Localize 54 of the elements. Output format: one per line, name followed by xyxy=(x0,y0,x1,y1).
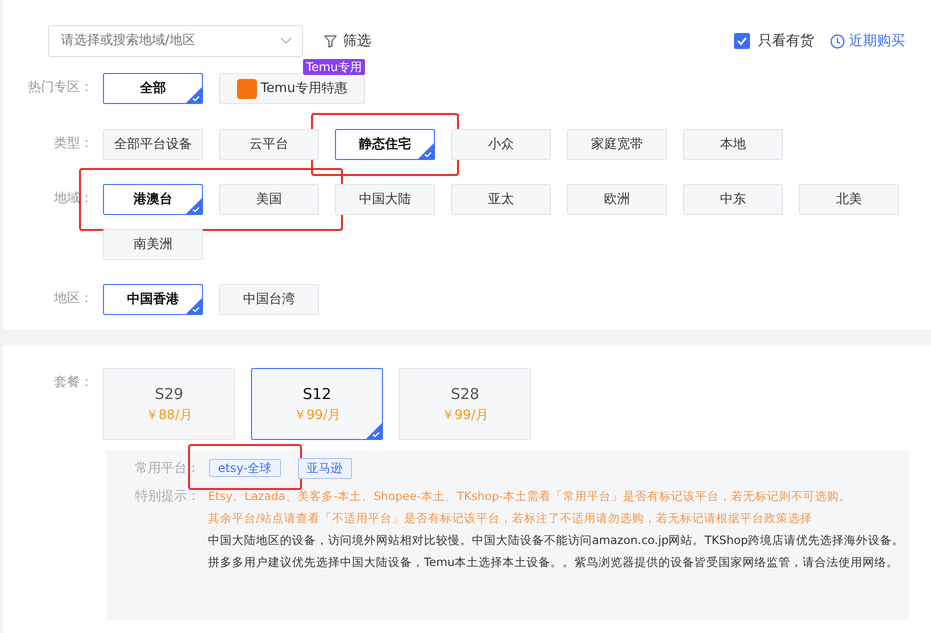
filter-button[interactable]: 筛选 xyxy=(323,30,372,52)
field-label: 常用平台： xyxy=(134,460,201,478)
checkbox[interactable] xyxy=(734,33,750,49)
package-name: S28 xyxy=(450,384,480,405)
option-button[interactable]: 中国香港 xyxy=(103,284,203,315)
temu-logo-icon xyxy=(236,78,257,98)
option-button[interactable]: 中国台湾 xyxy=(219,284,319,315)
option-button[interactable]: 中国大陆 xyxy=(335,184,435,215)
option-button[interactable]: 南美洲 xyxy=(103,229,203,260)
field-label: 特别提示： xyxy=(134,488,201,506)
option-button[interactable]: 美国 xyxy=(219,184,319,215)
check-corner-icon xyxy=(366,423,382,439)
promo-badge: Temu专用 xyxy=(303,59,365,75)
option-button[interactable]: 港澳台 xyxy=(103,184,203,215)
field-label: 套餐： xyxy=(53,374,93,392)
warning-text: 其余平台/站点请查看「不适用平台」是否有标记该平台，若标注了不适用请勿选购，若无标记请根据平台政策选择 xyxy=(208,510,813,527)
check-corner-icon xyxy=(186,198,202,214)
package-name: S12 xyxy=(302,384,332,405)
package-card[interactable]: S28 ￥99/月 xyxy=(399,368,531,440)
option-button[interactable]: 中东 xyxy=(683,184,783,215)
warning-text: Etsy、Lazada、美客多-本土、Shopee-本土、TKshop-本土需看「常用平台」是否有标记该平台，若无标记则不可选购。 xyxy=(208,488,852,505)
package-price: ￥99/月 xyxy=(294,406,340,424)
option-button[interactable]: 欧洲 xyxy=(567,184,667,215)
check-corner-icon xyxy=(186,298,202,314)
option-button[interactable]: 北美 xyxy=(799,184,899,215)
option-button[interactable]: 本地 xyxy=(683,129,783,160)
package-price: ￥99/月 xyxy=(442,406,488,424)
field-label: 地域： xyxy=(53,190,93,208)
check-corner-icon xyxy=(186,87,202,103)
option-button[interactable]: 全部 xyxy=(103,73,203,104)
option-button[interactable]: 小众 xyxy=(451,129,551,160)
option-button[interactable]: 云平台 xyxy=(219,129,319,160)
option-button[interactable]: Temu专用特惠 xyxy=(219,73,365,104)
option-button[interactable]: 全部平台设备 xyxy=(103,129,203,160)
chevron-down-icon xyxy=(280,37,292,45)
package-card[interactable]: S12 ￥99/月 xyxy=(251,368,383,440)
search-field[interactable]: 请选择或搜索地域/地区 xyxy=(48,25,303,57)
field-label: 热门专区： xyxy=(27,79,93,97)
package-card[interactable]: S29 ￥88/月 xyxy=(103,368,235,440)
field-label: 地区： xyxy=(53,290,93,308)
filter-icon xyxy=(324,34,337,48)
package-price: ￥88/月 xyxy=(146,406,192,424)
check-corner-icon xyxy=(418,143,434,159)
option-button[interactable]: 亚太 xyxy=(451,184,551,215)
checkbox-label: 只看有货 xyxy=(758,32,814,50)
platform-tag: 亚马逊 xyxy=(298,458,352,479)
clock-icon xyxy=(830,34,845,48)
platform-tag: etsy-全球 xyxy=(209,459,281,477)
package-name: S29 xyxy=(154,384,184,405)
recent-purchases-link[interactable]: 近期购买 xyxy=(830,30,905,52)
notice-text: 中国大陆地区的设备，访问境外网站相对比较慢。中国大陆设备不能访问amazon.co.jp网站。TKShop跨境店请优先选择海外设备。拼多多用户建议优先选择中国大陆设备，Temu本土选择本土设备。。紫鸟浏览器提供的设备皆受国家网络监管，请合法使用网络。 xyxy=(208,532,906,571)
field-label: 类型： xyxy=(53,135,93,153)
option-button[interactable]: 静态住宅 xyxy=(335,129,435,160)
option-button[interactable]: 家庭宽带 xyxy=(567,129,667,160)
